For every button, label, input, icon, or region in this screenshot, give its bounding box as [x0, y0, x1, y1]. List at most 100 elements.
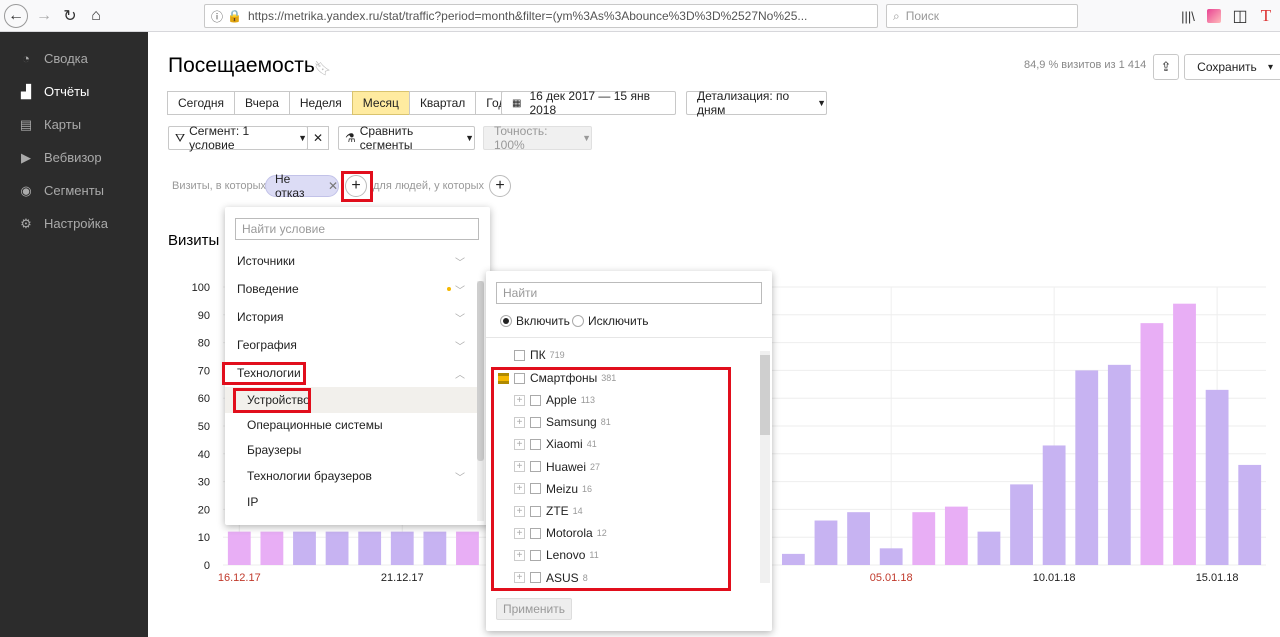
period-quarter[interactable]: Квартал [408, 91, 477, 115]
home-icon[interactable]: ⌂ [84, 4, 108, 28]
y-tick-label: 30 [198, 477, 210, 489]
page-title: Посещаемость [168, 54, 315, 77]
detail-button[interactable]: Детализация: по дням ▼ [686, 89, 827, 117]
chart-bar[interactable] [912, 512, 936, 565]
sidebar-item-reports[interactable]: ▟ Отчёты [0, 75, 148, 108]
period-yesterday[interactable]: Вчера [234, 91, 290, 115]
back-icon[interactable]: ← [4, 4, 28, 28]
condition-group-label: Технологии браузеров [247, 469, 372, 483]
save-button[interactable]: Сохранить [1184, 54, 1270, 80]
condition-chip[interactable]: Не отказ ✕ [265, 172, 339, 200]
chart-bar[interactable] [1173, 303, 1196, 565]
chart-bar[interactable] [1010, 484, 1033, 565]
condition-group-item[interactable]: Операционные системы [225, 412, 477, 438]
visits-percent: 84,9 % визитов из 1 414 [1024, 59, 1147, 71]
period-week[interactable]: Неделя [288, 91, 353, 115]
close-icon[interactable]: ✕ [328, 179, 338, 193]
chart-bar[interactable] [423, 531, 447, 565]
segments-icon: ◉ [20, 182, 32, 198]
accuracy-label: Точность: 100% [494, 124, 548, 152]
apply-button[interactable]: Применить [496, 598, 572, 620]
sidebar-item-webvisor[interactable]: ▶ Вебвизор [0, 141, 148, 174]
chart-bar[interactable] [1042, 445, 1066, 565]
active-dot-icon [447, 287, 451, 291]
compare-icon: ⚗ [345, 131, 356, 145]
reload-icon[interactable]: ↻ [58, 4, 82, 28]
include-label: Включить [516, 314, 570, 328]
chart-bar[interactable] [293, 531, 316, 565]
chevron-down-icon: ﹀ [455, 257, 465, 269]
condition-search-input[interactable]: Найти условие [235, 218, 479, 240]
save-dropdown-button[interactable]: ▾ [1261, 54, 1280, 80]
chart-bar[interactable] [814, 520, 838, 565]
period-today[interactable]: Сегодня [167, 91, 235, 115]
condition-group-item[interactable]: Поведение ﹀ [225, 276, 477, 302]
value-search-input[interactable]: Найти [496, 282, 762, 304]
include-radio[interactable]: Включить [500, 314, 570, 328]
condition-group-label: География [237, 338, 297, 352]
chart-bar[interactable] [847, 512, 870, 565]
chart-bar[interactable] [781, 553, 805, 565]
export-button[interactable]: ⇪ [1153, 54, 1179, 80]
chart-bar[interactable] [358, 531, 382, 565]
chart-bar[interactable] [390, 531, 414, 565]
url-bar[interactable]: ⓘ 🔒 https://metrika.yandex.ru/stat/traff… [204, 4, 878, 28]
scrollbar-thumb[interactable] [477, 281, 484, 461]
chart-bar[interactable] [1205, 389, 1229, 565]
segment-label: Сегмент: 1 условие [189, 124, 250, 152]
condition-group-item[interactable]: Технологии браузеров ﹀ [225, 463, 477, 489]
bar-chart-icon: ▟ [21, 83, 31, 99]
info-icon[interactable]: ⓘ [211, 8, 223, 25]
value-count: 719 [549, 350, 565, 360]
chart-bar[interactable] [879, 548, 903, 565]
condition-group-item[interactable]: География ﹀ [225, 332, 477, 358]
value-pc[interactable]: ПК 719 [514, 344, 565, 366]
exclude-label: Исключить [588, 314, 649, 328]
sidebar-item-summary[interactable]: ◔ Сводка [0, 42, 148, 75]
sidebar-item-maps[interactable]: ▤ Карты [0, 108, 148, 141]
condition-group-item[interactable]: IP [225, 489, 477, 515]
chart-bar[interactable] [227, 531, 251, 565]
sidebar-item-segments[interactable]: ◉ Сегменты [0, 174, 148, 207]
add-people-condition-button[interactable]: + [489, 175, 511, 197]
checkbox-icon[interactable] [514, 349, 525, 361]
translate-icon[interactable]: T [1254, 4, 1278, 28]
condition-group-item[interactable]: Источники ﹀ [225, 248, 477, 274]
chart-bar[interactable] [456, 531, 479, 565]
sidebar-item-settings[interactable]: ⚙ Настройка [0, 207, 148, 240]
date-range-button[interactable]: ▦ 16 дек 2017 — 15 янв 2018 [501, 89, 676, 117]
scrollbar-thumb[interactable] [760, 355, 770, 435]
accuracy-button[interactable]: Точность: 100% ▼ [483, 124, 592, 152]
condition-group-item[interactable]: Браузеры [225, 437, 477, 463]
condition-group-label: Браузеры [247, 443, 302, 457]
filter-icon: ⛛ [175, 130, 186, 145]
chart-bar[interactable] [977, 531, 1001, 565]
forward-icon[interactable]: → [32, 4, 56, 28]
segment-clear-button[interactable]: ✕ [307, 126, 329, 150]
segment-button[interactable]: ⛛ Сегмент: 1 условие ▼ [168, 124, 308, 152]
sidebar: ◔ Сводка ▟ Отчёты ▤ Карты ▶ Вебвизор ◉ С… [0, 32, 148, 637]
gear-icon: ⚙ [20, 215, 32, 231]
chart-bar[interactable] [1238, 464, 1262, 565]
period-month[interactable]: Месяц [351, 91, 410, 115]
chevron-down-icon: ▼ [817, 98, 826, 108]
extension-icon[interactable] [1202, 4, 1226, 28]
sidebar-toggle-icon[interactable]: ◫ [1228, 4, 1252, 28]
bookmark-icon[interactable]: 🔖︎ [314, 60, 332, 77]
chart-bar[interactable] [260, 531, 284, 565]
date-range-label: 16 дек 2017 — 15 янв 2018 [529, 89, 650, 117]
browser-toolbar: ← → ↻ ⌂ ⓘ 🔒 https://metrika.yandex.ru/st… [0, 0, 1280, 32]
chart-bar[interactable] [1075, 370, 1099, 565]
condition-group-item[interactable]: История ﹀ [225, 304, 477, 330]
y-tick-label: 100 [192, 282, 210, 294]
chart-bar[interactable] [944, 506, 968, 565]
chart-bar[interactable] [325, 531, 349, 565]
exclude-radio[interactable]: Исключить [572, 314, 648, 328]
library-icon[interactable]: |||\ [1176, 4, 1200, 28]
chart-bar[interactable] [1140, 323, 1164, 565]
sidebar-item-label: Настройка [44, 216, 108, 231]
chart-bar[interactable] [1107, 364, 1131, 565]
compare-segments-button[interactable]: ⚗ Сравнить сегменты ▼ [338, 124, 475, 152]
search-bar[interactable]: ⌕ Поиск [886, 4, 1078, 28]
x-tick-label: 05.01.18 [870, 572, 913, 584]
